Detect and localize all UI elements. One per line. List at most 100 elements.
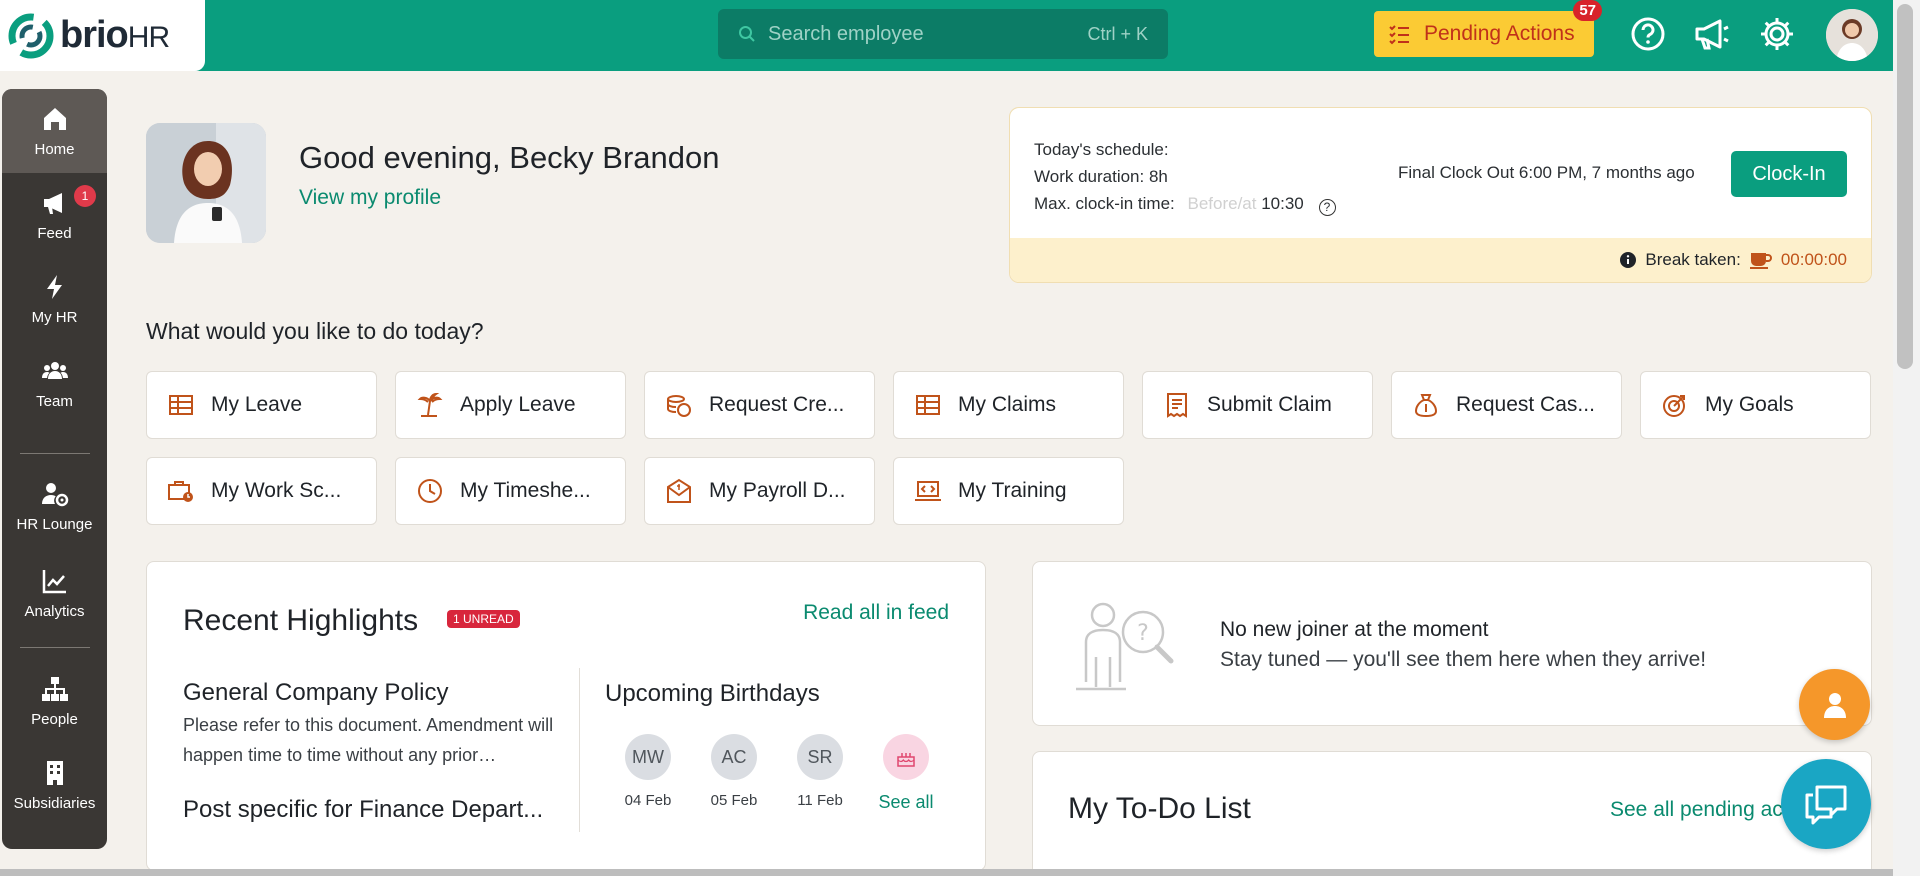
break-bar: Break taken: 00:00:00 — [1010, 238, 1871, 282]
bottom-strip — [0, 869, 1893, 876]
help-circle-icon[interactable]: ? — [1318, 199, 1336, 216]
sidebar-item-label: HR Lounge — [16, 515, 93, 533]
work-duration: Work duration: 8h — [1034, 167, 1168, 186]
action-my-leave[interactable]: My Leave — [146, 371, 377, 439]
clock-in-button[interactable]: Clock-In — [1731, 151, 1847, 197]
final-clock-out: Final Clock Out 6:00 PM, 7 months ago — [1398, 163, 1695, 182]
birthday-date: 05 Feb — [710, 792, 758, 809]
coins-icon — [667, 395, 691, 417]
sidebar-item-label: Home — [34, 140, 75, 158]
action-my-goals[interactable]: My Goals — [1640, 371, 1871, 439]
receipt-icon — [1167, 393, 1187, 418]
sidebar-item-feed[interactable]: Feed 1 — [2, 173, 107, 257]
sidebar-item-team[interactable]: Team — [2, 341, 107, 425]
sidebar-item-analytics[interactable]: Analytics — [2, 551, 107, 635]
see-all-pending-link[interactable]: See all pending ac — [1610, 798, 1783, 822]
sidebar-item-subsidiaries[interactable]: Subsidiaries — [2, 743, 107, 827]
sidebar-divider — [20, 647, 90, 648]
team-icon — [41, 361, 68, 379]
todo-card: My To-Do List See all pending ac — [1032, 751, 1872, 876]
birthday-item[interactable]: AC 05 Feb — [704, 734, 764, 809]
birthday-item[interactable]: SR 11 Feb — [790, 734, 850, 809]
no-joiner-heading: No new joiner at the moment — [1220, 618, 1489, 641]
feed-badge: 1 — [74, 185, 96, 207]
sidebar-item-home[interactable]: Home — [2, 89, 107, 173]
read-all-link[interactable]: Read all in feed — [803, 601, 949, 625]
sidebar-item-label: Subsidiaries — [13, 794, 96, 812]
action-my-work-schedule[interactable]: My Work Sc... — [146, 457, 377, 525]
action-my-timesheet[interactable]: My Timeshe... — [395, 457, 626, 525]
sidebar-item-label: Team — [36, 392, 73, 410]
birthdays-title: Upcoming Birthdays — [605, 680, 820, 707]
profile-photo[interactable] — [146, 123, 266, 243]
sidebar-item-label: Analytics — [24, 602, 85, 620]
brio-logo-icon — [8, 13, 54, 58]
view-profile-link[interactable]: View my profile — [299, 186, 441, 210]
highlights-divider — [579, 668, 580, 832]
new-joiner-card: ? No new joiner at the moment Stay tuned… — [1032, 561, 1872, 726]
see-all-link[interactable]: See all — [876, 792, 936, 813]
unread-badge: 1 UNREAD — [447, 610, 520, 628]
search-input[interactable] — [768, 22, 1088, 46]
floating-chat-button[interactable] — [1781, 759, 1871, 849]
post-title[interactable]: General Company Policy — [183, 679, 448, 707]
megaphone-icon[interactable] — [1693, 15, 1731, 53]
top-bar: brioHR Ctrl + K Pending Actions 57 — [0, 0, 1893, 71]
brand-logo[interactable]: brioHR — [0, 0, 205, 71]
org-chart-icon — [41, 676, 68, 701]
settings-gear-icon[interactable] — [1758, 15, 1796, 53]
chart-line-icon — [42, 569, 66, 593]
action-apply-leave[interactable]: Apply Leave — [395, 371, 626, 439]
pending-actions-badge: 57 — [1573, 0, 1602, 21]
action-submit-claim[interactable]: Submit Claim — [1142, 371, 1373, 439]
action-my-payroll[interactable]: My Payroll D... — [644, 457, 875, 525]
user-gear-icon — [41, 482, 68, 506]
cake-icon — [883, 734, 929, 780]
sidebar-item-hr-lounge[interactable]: HR Lounge — [2, 461, 107, 551]
birthday-item[interactable]: MW 04 Feb — [618, 734, 678, 809]
pending-actions-label: Pending Actions — [1424, 22, 1575, 45]
birthdays-see-all[interactable]: See all — [876, 734, 936, 813]
search-bar[interactable]: Ctrl + K — [718, 9, 1168, 59]
laptop-code-icon — [915, 481, 941, 501]
break-time: 00:00:00 — [1780, 250, 1847, 269]
search-shortcut: Ctrl + K — [1087, 23, 1148, 44]
schedule-title: Today's schedule: — [1034, 140, 1169, 159]
briefcase-clock-icon — [168, 481, 193, 502]
money-bag-icon — [1414, 394, 1438, 418]
brand-name: brioHR — [60, 14, 170, 56]
birthday-avatar: SR — [797, 734, 843, 780]
person-icon — [1823, 692, 1846, 718]
sidebar-item-my-hr[interactable]: My HR — [2, 257, 107, 341]
action-my-claims[interactable]: My Claims — [893, 371, 1124, 439]
info-icon — [1620, 252, 1637, 268]
target-icon — [1663, 395, 1685, 417]
sidebar-item-people[interactable]: People — [2, 659, 107, 743]
birthday-avatar: AC — [711, 734, 757, 780]
action-request-credit[interactable]: Request Cre... — [644, 371, 875, 439]
post-title[interactable]: Post specific for Finance Depart... — [183, 796, 543, 824]
break-label: Break taken: — [1645, 250, 1741, 269]
sidebar-item-label: My HR — [31, 308, 78, 326]
search-icon — [739, 26, 755, 42]
feed-megaphone-icon — [43, 192, 62, 214]
page-scrollbar-thumb[interactable] — [1897, 4, 1913, 369]
help-icon[interactable] — [1629, 15, 1667, 53]
highlights-title: Recent Highlights — [183, 604, 419, 637]
action-request-cash[interactable]: Request Cas... — [1391, 371, 1622, 439]
recent-highlights-card: Recent Highlights 1 UNREAD Read all in f… — [146, 561, 986, 871]
profile-photo-icon — [146, 123, 266, 243]
pending-actions-button[interactable]: Pending Actions 57 — [1374, 0, 1602, 57]
sidebar-item-label: Feed — [37, 224, 72, 242]
home-icon — [43, 107, 66, 130]
schedule-details: Today's schedule: Work duration: 8h Max.… — [1034, 136, 1336, 217]
floating-person-button[interactable] — [1799, 669, 1870, 740]
user-avatar[interactable] — [1826, 9, 1878, 61]
chat-icon — [1805, 785, 1847, 825]
user-avatar-icon — [1826, 9, 1878, 61]
sidebar-divider — [20, 453, 90, 454]
table-icon — [916, 395, 940, 415]
checklist-icon — [1389, 25, 1409, 45]
building-icon — [46, 760, 63, 785]
action-my-training[interactable]: My Training — [893, 457, 1124, 525]
